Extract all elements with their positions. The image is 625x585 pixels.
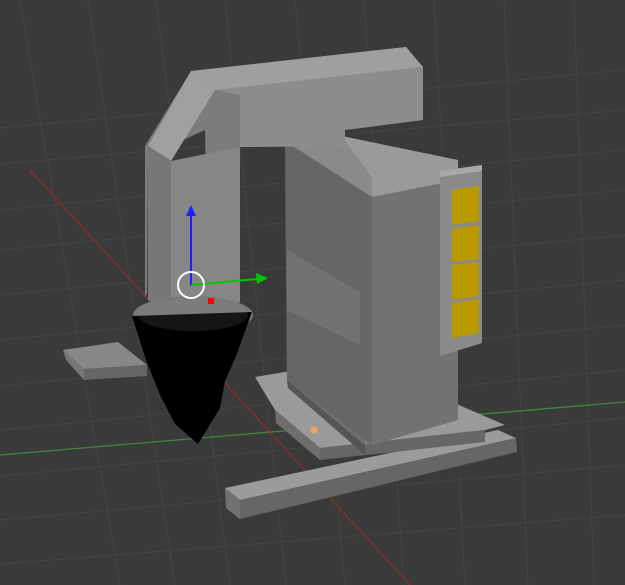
- indicator-light-4: [452, 299, 479, 338]
- light-point: [310, 426, 318, 434]
- indicator-light-1: [452, 186, 479, 225]
- active-object-dot: [208, 298, 214, 304]
- scene-canvas[interactable]: [0, 0, 625, 585]
- indicator-panel[interactable]: [440, 165, 482, 356]
- indicator-light-2: [452, 225, 479, 262]
- machine-body[interactable]: [285, 136, 458, 455]
- indicator-light-3: [452, 262, 479, 300]
- 3d-viewport[interactable]: [0, 0, 625, 585]
